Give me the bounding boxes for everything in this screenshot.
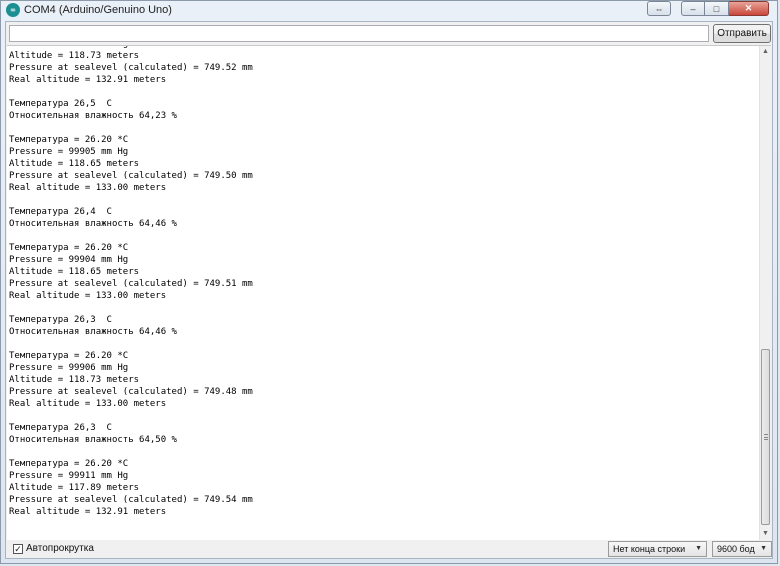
serial-output-line: Pressure = 99904 mm Hg [9,255,129,265]
serial-output-line: Температура 26,4 C [9,207,112,217]
serial-output-line: Pressure at sealevel (calculated) = 749.… [9,387,253,397]
serial-output-line: Real altitude = 132.91 meters [9,75,167,85]
serial-output-line: Real altitude = 133.00 meters [9,291,167,301]
serial-output-line: Относительная влажность 64,46 % [9,327,177,337]
maximize-icon: □ [713,3,720,14]
serial-output-line: Температура 26,5 C [9,99,112,109]
serial-output-line: Температура = 26.20 *C [9,135,129,145]
serial-output-line: Температура = 26.20 *C [9,459,129,469]
vertical-scrollbar[interactable]: ▲ ▼ [759,46,771,540]
serial-output-text: Pressure = 99911 mm Hg Altitude = 118.73… [9,46,759,518]
title-bar[interactable]: ∞ COM4 (Arduino/Genuino Uno) ⇔ – □ ✕ [1,1,777,21]
serial-output-line: Температура = 26.20 *C [9,351,129,361]
serial-output-line: Pressure at sealevel (calculated) = 749.… [9,63,253,73]
serial-output-line: Pressure at sealevel (calculated) = 749.… [9,495,253,505]
serial-output-line: Real altitude = 133.00 meters [9,183,167,193]
bottom-bar: ✓ Автопрокрутка Нет конца строки ▼ 9600 … [6,539,772,559]
line-ending-value: Нет конца строки [613,544,686,554]
autoscroll-label[interactable]: Автопрокрутка [26,543,94,554]
chevron-down-icon: ▼ [760,545,767,552]
checkmark-icon: ✓ [14,544,22,554]
serial-output-line: Pressure = 99911 mm Hg [9,471,129,481]
window-controls: ⇔ – □ ✕ [647,1,769,17]
serial-output-line: Altitude = 118.65 meters [9,159,140,169]
minimize-button[interactable]: – [681,1,705,16]
window-title: COM4 (Arduino/Genuino Uno) [24,4,172,16]
serial-output-line: Температура 26,3 C [9,423,112,433]
serial-output-line: Altitude = 118.65 meters [9,267,140,277]
serial-output-line: Altitude = 118.73 meters [9,375,140,385]
serial-output-line: Real altitude = 133.00 meters [9,399,167,409]
serial-output-line: Относительная влажность 64,46 % [9,219,177,229]
serial-output-line: Pressure at sealevel (calculated) = 749.… [9,279,253,289]
serial-output-area[interactable]: Pressure = 99911 mm Hg Altitude = 118.73… [7,45,771,540]
serial-output-line: Температура 26,3 C [9,315,112,325]
serial-output-line: Температура = 26.20 *C [9,243,129,253]
serial-output-line: Относительная влажность 64,50 % [9,435,177,445]
resize-button[interactable]: ⇔ [647,1,671,16]
send-input[interactable] [9,25,709,42]
baud-rate-select[interactable]: 9600 бод ▼ [712,541,772,557]
serial-output-line: Pressure = 99905 mm Hg [9,147,129,157]
serial-output-line: Pressure at sealevel (calculated) = 749.… [9,171,253,181]
autoscroll-checkbox[interactable]: ✓ [13,544,23,554]
close-button[interactable]: ✕ [729,1,769,16]
scroll-up-icon[interactable]: ▲ [760,46,771,58]
maximize-button[interactable]: □ [705,1,729,16]
serial-output-line: Real altitude = 132.91 meters [9,507,167,517]
grip-icon [764,434,768,440]
serial-output-line: Pressure = 99911 mm Hg [9,46,128,49]
serial-monitor-window: ∞ COM4 (Arduino/Genuino Uno) ⇔ – □ ✕ Отп… [0,0,778,564]
send-button[interactable]: Отправить [713,24,771,43]
scroll-thumb[interactable] [761,349,770,525]
chevron-down-icon: ▼ [695,545,702,552]
arduino-icon: ∞ [6,3,20,17]
serial-output-line: Altitude = 117.89 meters [9,483,140,493]
serial-monitor-client: Отправить Pressure = 99911 mm Hg Altitud… [5,21,773,559]
serial-output-line: Pressure = 99906 mm Hg [9,363,129,373]
close-icon: ✕ [744,3,753,13]
line-ending-select[interactable]: Нет конца строки ▼ [608,541,707,557]
serial-output-line: Относительная влажность 64,23 % [9,111,177,121]
serial-output-line: Altitude = 118.73 meters [9,51,140,61]
baud-rate-value: 9600 бод [717,544,755,554]
resize-icon: ⇔ [654,3,664,14]
minimize-icon: – [690,3,696,14]
